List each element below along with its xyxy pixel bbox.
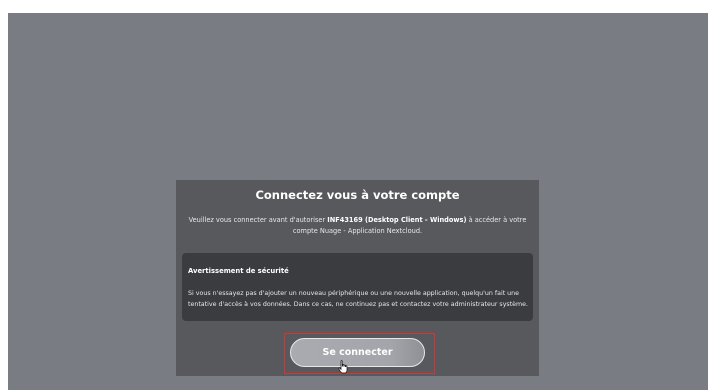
authorization-description: Veuillez vous connecter avant d'autorise… [182,215,533,237]
security-warning-title: Avertissement de sécurité [188,267,289,275]
client-app-name: INF43169 (Desktop Client - Windows) [327,216,467,224]
description-prefix: Veuillez vous connecter avant d'autorise… [188,216,328,224]
hand-pointer-icon [338,360,348,374]
login-button[interactable]: Se connecter [290,338,425,367]
security-warning-box: Avertissement de sécurité Si vous n'essa… [182,253,533,321]
page-title: Connectez vous à votre compte [255,188,460,202]
security-warning-text: Si vous n'essayez pas d'ajouter un nouve… [188,290,529,308]
